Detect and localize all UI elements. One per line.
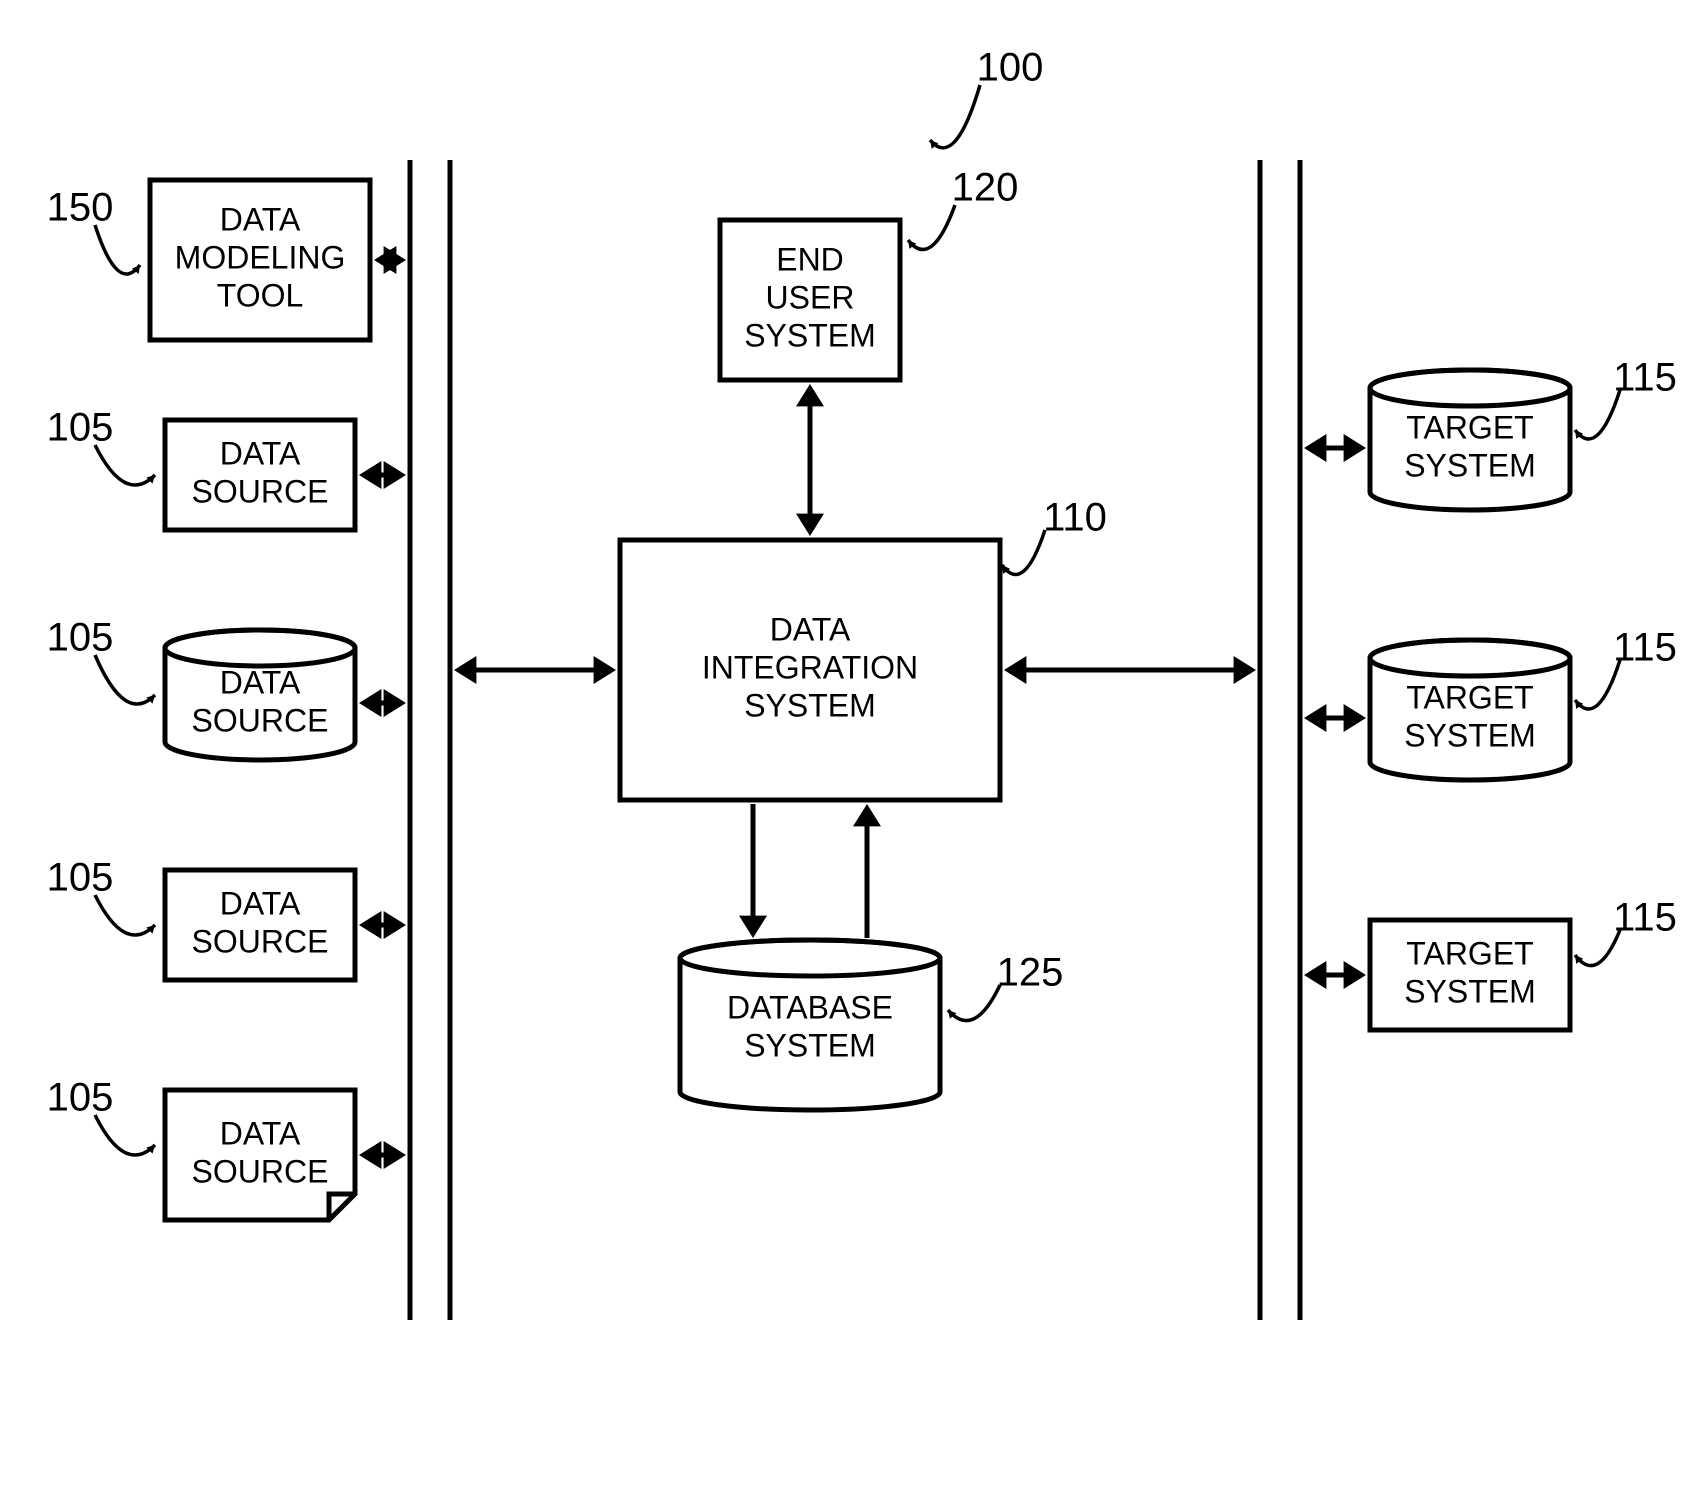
svg-text:SYSTEM: SYSTEM [744,1027,876,1063]
svg-text:SYSTEM: SYSTEM [1404,973,1536,1009]
svg-text:DATABASE: DATABASE [727,989,893,1025]
svg-text:END: END [776,241,844,277]
svg-text:110: 110 [1043,496,1107,540]
svg-text:DATA: DATA [220,885,301,921]
svg-text:150: 150 [47,186,114,230]
svg-text:115: 115 [1613,626,1677,670]
svg-text:105: 105 [47,406,114,450]
svg-text:100: 100 [977,46,1044,90]
svg-text:TOOL: TOOL [217,277,304,313]
svg-text:SYSTEM: SYSTEM [1404,717,1536,753]
svg-text:SYSTEM: SYSTEM [744,687,876,723]
svg-text:SOURCE: SOURCE [192,1153,329,1189]
svg-text:DATA: DATA [770,611,851,647]
svg-text:TARGET: TARGET [1406,935,1533,971]
svg-text:105: 105 [47,1076,114,1120]
svg-text:DATA: DATA [220,201,301,237]
svg-text:105: 105 [47,616,114,660]
svg-text:115: 115 [1613,896,1677,940]
svg-text:MODELING: MODELING [175,239,346,275]
svg-text:120: 120 [952,166,1019,210]
svg-text:105: 105 [47,856,114,900]
svg-text:USER: USER [766,279,855,315]
svg-text:115: 115 [1613,356,1677,400]
svg-text:SOURCE: SOURCE [192,702,329,738]
svg-text:SOURCE: SOURCE [192,923,329,959]
svg-text:SOURCE: SOURCE [192,473,329,509]
svg-text:INTEGRATION: INTEGRATION [702,649,918,685]
svg-text:TARGET: TARGET [1406,409,1533,445]
svg-text:TARGET: TARGET [1406,679,1533,715]
svg-text:DATA: DATA [220,664,301,700]
svg-text:DATA: DATA [220,1115,301,1151]
svg-text:DATA: DATA [220,435,301,471]
svg-text:125: 125 [997,951,1064,995]
svg-text:SYSTEM: SYSTEM [744,317,876,353]
svg-text:SYSTEM: SYSTEM [1404,447,1536,483]
